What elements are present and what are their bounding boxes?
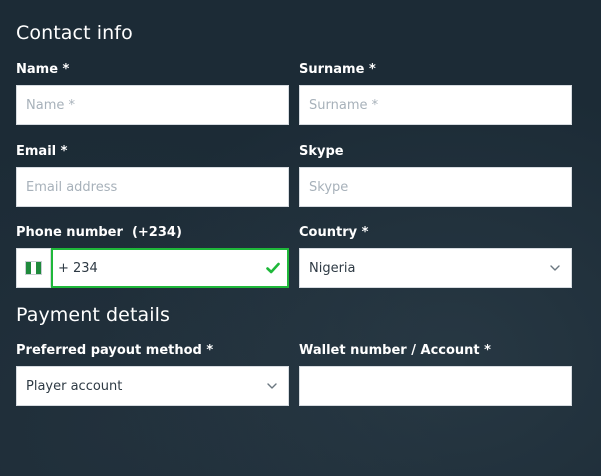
phone-country-flag-button[interactable] (16, 248, 51, 288)
contact-info-title: Contact info (16, 22, 133, 44)
wallet-input[interactable] (300, 367, 571, 405)
phone-input[interactable]: + 234 (51, 248, 289, 288)
email-label: Email * (16, 144, 68, 159)
email-input[interactable] (17, 168, 288, 206)
phone-value: 234 (73, 261, 98, 276)
skype-field-container (299, 167, 572, 207)
country-select-value: Nigeria (309, 261, 356, 276)
payment-details-title: Payment details (16, 304, 171, 326)
email-field-container (16, 167, 289, 207)
nigeria-flag-icon (25, 261, 42, 275)
skype-label: Skype (299, 144, 344, 159)
phone-country-code-label: (+234) (131, 225, 182, 240)
wallet-field-container (299, 366, 572, 406)
name-field-container (16, 85, 289, 125)
surname-field-container (299, 85, 572, 125)
phone-label: Phone number (+234) (16, 225, 182, 240)
surname-label: Surname * (299, 62, 376, 77)
country-label: Country * (299, 225, 369, 240)
chevron-down-icon (267, 383, 277, 389)
chevron-down-icon (550, 265, 560, 271)
wallet-label: Wallet number / Account * (299, 343, 491, 358)
check-icon (266, 262, 280, 274)
phone-prefix: + (58, 261, 69, 276)
phone-label-text: Phone number (16, 225, 123, 240)
payout-method-select[interactable]: Player account (16, 366, 289, 406)
name-label: Name * (16, 62, 70, 77)
payout-method-label: Preferred payout method * (16, 343, 214, 358)
payout-method-select-value: Player account (26, 379, 123, 394)
name-input[interactable] (17, 86, 288, 124)
country-select[interactable]: Nigeria (299, 248, 572, 288)
surname-input[interactable] (300, 86, 571, 124)
skype-input[interactable] (300, 168, 571, 206)
